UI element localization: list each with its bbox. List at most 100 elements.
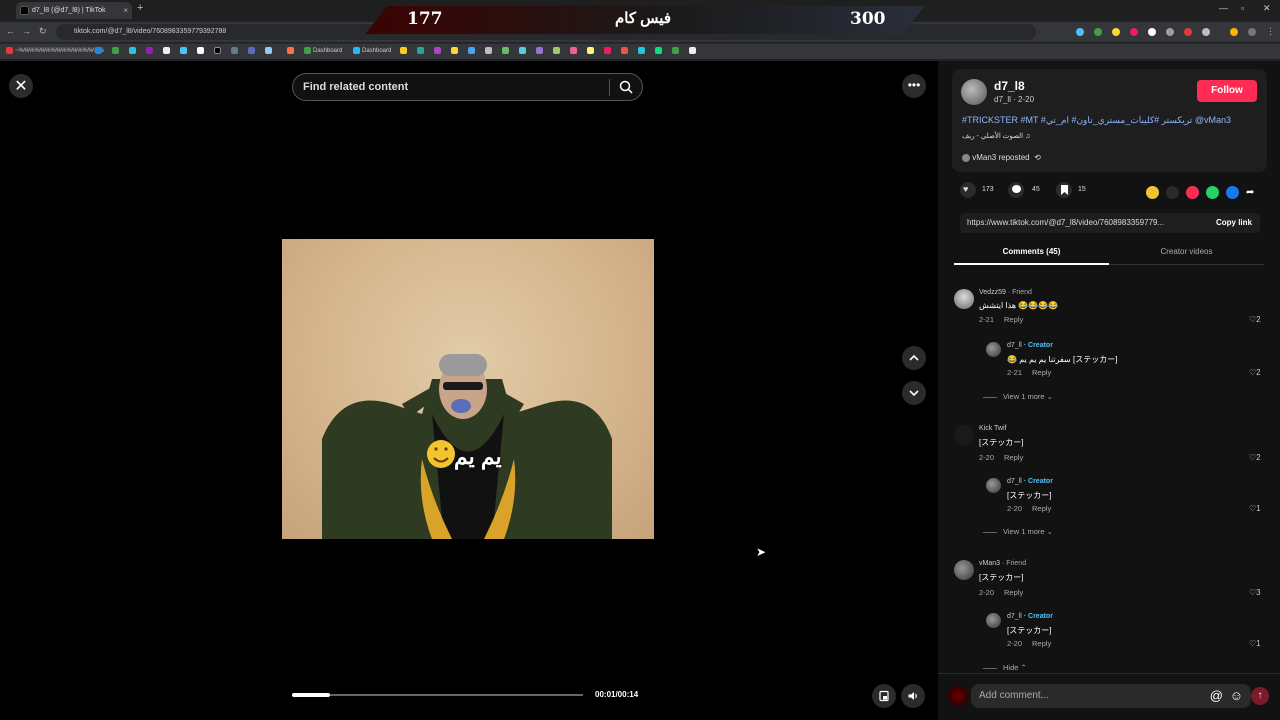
search-icon[interactable] — [619, 80, 633, 94]
view-more-replies[interactable]: View 1 more ⌄ — [983, 527, 1053, 536]
bookmark-item[interactable] — [231, 47, 240, 54]
comment-button[interactable] — [1008, 182, 1024, 198]
comment-author[interactable]: d7_ll — [1007, 478, 1022, 485]
extensions-puzzle-icon[interactable] — [1202, 28, 1210, 36]
reload-icon[interactable]: ↻ — [39, 26, 47, 37]
comment-author[interactable]: d7_ll — [1007, 342, 1022, 349]
bookmark-item[interactable] — [604, 47, 613, 54]
extension-icon[interactable] — [1130, 28, 1138, 36]
emoji-icon[interactable]: ☺ — [1230, 684, 1243, 708]
comment-author[interactable]: vMan3 — [979, 560, 1000, 567]
bookmark-item[interactable] — [587, 47, 596, 54]
video-frame[interactable]: يم يم — [282, 239, 654, 539]
search-input[interactable]: Find related content — [292, 73, 643, 101]
share-arrow-icon[interactable]: ➦ — [1246, 186, 1259, 199]
like-button[interactable]: ♥ — [960, 182, 976, 198]
comment-author[interactable]: d7_ll — [1007, 613, 1022, 620]
bookmark-item[interactable] — [434, 47, 443, 54]
bookmark-item[interactable] — [163, 47, 172, 54]
bookmark-item[interactable] — [180, 47, 189, 54]
bookmark-item[interactable] — [265, 47, 274, 54]
bookmark-item[interactable] — [502, 47, 511, 54]
extension-icon[interactable] — [1148, 28, 1156, 36]
forward-icon[interactable]: → — [22, 26, 31, 36]
bookmark-item[interactable] — [519, 47, 528, 54]
bookmark-item[interactable] — [451, 47, 460, 54]
bookmark-item[interactable] — [287, 47, 296, 54]
window-close-icon[interactable]: ✕ — [1263, 3, 1271, 14]
reply-button[interactable]: Reply — [1004, 453, 1023, 462]
minimize-icon[interactable]: — — [1219, 3, 1228, 13]
profile-avatar-icon[interactable] — [1248, 28, 1256, 36]
commenter-avatar[interactable] — [954, 425, 974, 445]
back-icon[interactable]: ← — [6, 26, 15, 36]
extension-icon[interactable] — [1076, 28, 1084, 36]
bookmark-item[interactable] — [112, 47, 121, 54]
facebook-icon[interactable] — [1226, 186, 1239, 199]
volume-button[interactable] — [901, 684, 925, 708]
next-video-button[interactable] — [902, 381, 926, 405]
bookmark-item[interactable] — [570, 47, 579, 54]
reply-button[interactable]: Reply — [1032, 504, 1051, 513]
copy-link-button[interactable]: Copy link — [1216, 213, 1252, 233]
repost-share-icon[interactable] — [1146, 186, 1159, 199]
tab-comments[interactable]: Comments (45) — [954, 247, 1109, 256]
view-more-replies[interactable]: View 1 more ⌄ — [983, 392, 1053, 401]
bookmark-dashboard[interactable]: Dashboard — [304, 47, 342, 54]
follow-button[interactable]: Follow — [1197, 80, 1257, 102]
tab-creator-videos[interactable]: Creator videos — [1109, 247, 1264, 256]
bookmark-item[interactable] — [129, 47, 138, 54]
reply-button[interactable]: Reply — [1004, 315, 1023, 324]
comment-author[interactable]: Kick Twif — [979, 425, 1007, 432]
commenter-avatar[interactable] — [954, 560, 974, 580]
comment-likes[interactable]: ♡1 — [1249, 504, 1261, 513]
bookmark-item[interactable] — [417, 47, 426, 54]
comment-likes[interactable]: ♡2 — [1249, 315, 1261, 324]
extension-icon[interactable] — [1094, 28, 1102, 36]
bookmark-item[interactable] — [672, 47, 681, 54]
progress-bar[interactable] — [292, 693, 583, 697]
commenter-avatar[interactable] — [954, 289, 974, 309]
bookmark-item[interactable] — [485, 47, 494, 54]
bookmark-item[interactable] — [146, 47, 155, 54]
bookmark-item[interactable] — [468, 47, 477, 54]
bookmark-item[interactable] — [536, 47, 545, 54]
reply-button[interactable]: Reply — [1032, 368, 1051, 377]
extension-icon[interactable] — [1112, 28, 1120, 36]
comment-likes[interactable]: ♡1 — [1249, 639, 1261, 648]
mention-icon[interactable]: @ — [1210, 684, 1223, 708]
post-comment-button[interactable]: ↑ — [1251, 687, 1269, 705]
bookmark-item[interactable] — [197, 47, 206, 54]
post-description[interactable]: #TRICKSTER #MT #تريكستر #كليبات_مستري_تا… — [962, 115, 1231, 126]
comment-likes[interactable]: ♡3 — [1249, 588, 1261, 597]
commenter-avatar[interactable] — [986, 342, 1001, 357]
save-button[interactable] — [1056, 182, 1072, 198]
commenter-avatar[interactable] — [986, 478, 1001, 493]
bookmark-item[interactable] — [214, 47, 223, 54]
comment-likes[interactable]: ♡2 — [1249, 368, 1261, 377]
bookmark-star-icon[interactable] — [1230, 28, 1238, 36]
tab-close-icon[interactable]: × — [123, 2, 128, 19]
new-tab-icon[interactable]: + — [137, 2, 143, 14]
bookmark-item[interactable] — [621, 47, 630, 54]
comment-input[interactable]: Add comment... @ ☺ — [971, 684, 1251, 708]
bookmark-item[interactable] — [638, 47, 647, 54]
previous-video-button[interactable] — [902, 346, 926, 370]
reply-button[interactable]: Reply — [1004, 588, 1023, 597]
bookmark-item[interactable] — [553, 47, 562, 54]
close-button[interactable]: ✕ — [9, 74, 33, 98]
bookmark-dashboard[interactable]: Dashboard — [353, 47, 391, 54]
send-to-friends-icon[interactable] — [1186, 186, 1199, 199]
more-options-button[interactable]: ••• — [902, 74, 926, 98]
floating-player-button[interactable] — [872, 684, 896, 708]
extension-icon[interactable] — [1166, 28, 1174, 36]
author-username[interactable]: d7_l8 — [994, 79, 1025, 93]
extension-icon[interactable] — [1184, 28, 1192, 36]
music-link[interactable]: الصوت الأصلي - ريف ♫ — [962, 132, 1030, 140]
bookmark-item[interactable]: ~%%%%%%%%%%%%%%%% — [6, 47, 104, 54]
comment-author[interactable]: Vedzz59 — [979, 289, 1006, 296]
browser-menu-icon[interactable]: ⋮ — [1266, 26, 1275, 37]
commenter-avatar[interactable] — [986, 613, 1001, 628]
maximize-icon[interactable]: ▫ — [1241, 3, 1244, 13]
bookmark-item[interactable] — [689, 47, 698, 54]
